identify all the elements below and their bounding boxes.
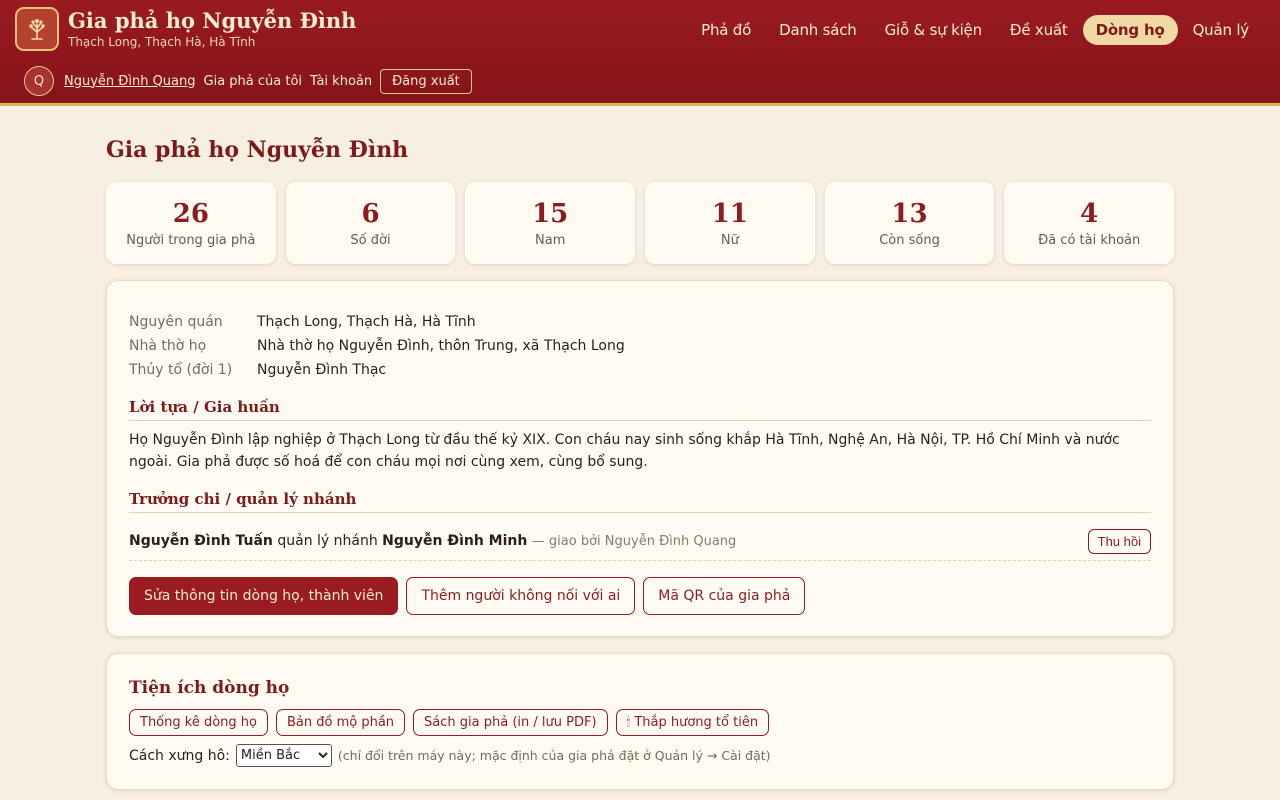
stat-card-generations: 6 Số đời	[285, 182, 456, 264]
main-nav: Phả đồ Danh sách Giỗ & sự kiện Đề xuất D…	[688, 13, 1262, 47]
my-tree-link[interactable]: Gia phả của tôi	[204, 74, 303, 89]
address-style-select[interactable]: Miền Bắc	[235, 744, 332, 767]
info-value: Thạch Long, Thạch Hà, Hà Tĩnh	[257, 314, 476, 330]
stat-value: 11	[711, 198, 748, 229]
manager-middle-text: quản lý nhánh	[277, 533, 378, 549]
stat-card-people: 26 Người trong gia phả	[106, 182, 276, 264]
clan-actions: Sửa thông tin dòng họ, thành viên Thêm n…	[129, 577, 806, 615]
chip-incense-offering[interactable]: 🕯 Thắp hương tổ tiên	[615, 709, 770, 736]
account-link[interactable]: Tài khoản	[310, 74, 372, 89]
nav-dong-ho[interactable]: Dòng họ	[1082, 15, 1178, 45]
site-subtitle: Thạch Long, Thạch Hà, Hà Tĩnh	[68, 35, 256, 49]
nav-de-xuat[interactable]: Đề xuất	[997, 15, 1081, 45]
page-title: Gia phả họ Nguyễn Đình	[106, 137, 409, 163]
stat-label: Còn sống	[879, 232, 940, 248]
nav-pha-do[interactable]: Phả đồ	[688, 15, 764, 45]
info-key: Thủy tổ (đời 1)	[129, 362, 233, 378]
stat-label: Đã có tài khoản	[1038, 232, 1141, 248]
stat-value: 6	[361, 198, 380, 229]
tools-chips: Thống kê dòng họ Bản đồ mộ phần Sách gia…	[129, 709, 770, 736]
stat-card-accounts: 4 Đã có tài khoản	[1004, 182, 1175, 264]
assigned-by-note: — giao bởi Nguyễn Đình Quang	[531, 534, 737, 549]
managed-branch-name: Nguyễn Đình Minh	[382, 533, 528, 549]
stat-label: Nữ	[720, 232, 739, 248]
preface-heading: Lời tựa / Gia huấn	[129, 398, 1151, 421]
address-style-row: Cách xưng hô: Miền Bắc (chỉ đổi trên máy…	[129, 744, 771, 767]
stat-value: 26	[172, 198, 209, 229]
stat-card-male: 15 Nam	[465, 182, 636, 264]
stat-label: Nam	[535, 232, 566, 248]
chip-grave-map[interactable]: Bản đồ mộ phần	[275, 709, 406, 736]
nav-gio-su-kien[interactable]: Giỗ & sự kiện	[872, 15, 995, 45]
info-row-origin: Nguyên quán Thạch Long, Thạch Hà, Hà Tĩnh	[129, 314, 476, 330]
info-row-ancestral-hall: Nhà thờ họ Nhà thờ họ Nguyễn Đình, thôn T…	[129, 338, 625, 354]
logout-button[interactable]: Đăng xuất	[380, 68, 472, 94]
tools-heading: Tiện ích dòng họ	[129, 678, 290, 698]
avatar[interactable]: Q	[24, 66, 54, 96]
stat-value: 4	[1080, 198, 1099, 229]
user-bar: Q Nguyễn Đình Quang Gia phả của tôi Tài …	[24, 66, 472, 96]
stat-card-living: 13 Còn sống	[824, 182, 995, 264]
address-style-label: Cách xưng hô:	[129, 747, 230, 764]
revoke-button[interactable]: Thu hồi	[1087, 529, 1151, 554]
family-tree-logo-icon[interactable]	[15, 7, 59, 51]
qr-code-button[interactable]: Mã QR của gia phả	[643, 577, 806, 615]
clan-tools-card: Tiện ích dòng họ Thống kê dòng họ Bản đồ…	[106, 653, 1174, 790]
stat-label: Số đời	[350, 232, 391, 248]
info-row-founder: Thủy tổ (đời 1) Nguyễn Đình Thạc	[129, 362, 386, 378]
info-key: Nguyên quán	[129, 314, 223, 330]
stats-row: 26 Người trong gia phả 6 Số đời 15 Nam 1…	[106, 182, 1175, 264]
stat-label: Người trong gia phả	[126, 232, 256, 248]
clan-info-card: Nguyên quán Thạch Long, Thạch Hà, Hà Tĩnh…	[106, 280, 1174, 637]
nav-quan-ly[interactable]: Quản lý	[1180, 15, 1262, 45]
site-title[interactable]: Gia phả họ Nguyễn Đình	[68, 8, 356, 33]
manager-name: Nguyễn Đình Tuấn	[129, 533, 273, 549]
stat-card-female: 11 Nữ	[645, 182, 815, 264]
nav-danh-sach[interactable]: Danh sách	[766, 15, 870, 45]
info-value: Nhà thờ họ Nguyễn Đình, thôn Trung, xã T…	[257, 338, 625, 354]
preface-text: Họ Nguyễn Đình lập nghiệp ở Thạch Long t…	[129, 432, 1120, 470]
chip-genealogy-book[interactable]: Sách gia phả (in / lưu PDF)	[413, 709, 608, 736]
info-value: Nguyễn Đình Thạc	[257, 362, 387, 378]
edit-clan-button[interactable]: Sửa thông tin dòng họ, thành viên	[129, 577, 399, 615]
info-key: Nhà thờ họ	[129, 338, 207, 354]
user-name-link[interactable]: Nguyễn Đình Quang	[64, 74, 196, 89]
add-unlinked-person-button[interactable]: Thêm người không nối với ai	[406, 577, 636, 615]
stat-value: 15	[532, 198, 569, 229]
stat-value: 13	[891, 198, 928, 229]
chip-statistics[interactable]: Thống kê dòng họ	[129, 709, 268, 736]
branch-manager-row: Nguyễn Đình Tuấn quản lý nhánh Nguyễn Đì…	[129, 529, 1151, 561]
branch-manager-text: Nguyễn Đình Tuấn quản lý nhánh Nguyễn Đì…	[129, 533, 736, 549]
address-style-hint: (chỉ đổi trên máy này; mặc định của gia …	[337, 748, 771, 763]
site-header: Gia phả họ Nguyễn Đình Thạch Long, Thạch…	[0, 0, 1280, 106]
branch-managers-heading: Trưởng chi / quản lý nhánh	[129, 490, 1151, 513]
